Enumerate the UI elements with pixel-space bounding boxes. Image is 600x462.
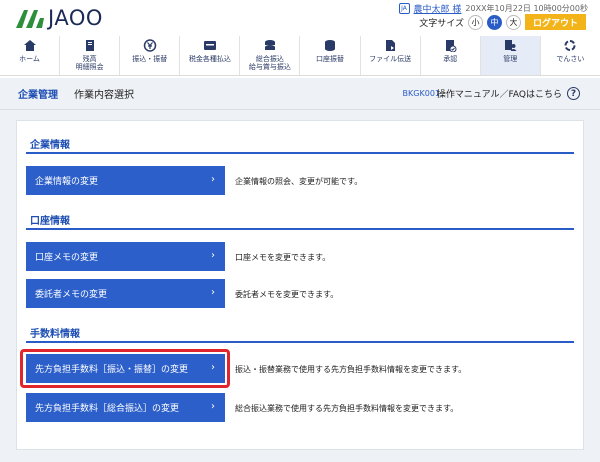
button-label: 委託者メモの変更 [35,290,108,300]
nav-approve[interactable]: 承認 [421,36,481,75]
section-title: 企業管理 [18,90,58,101]
font-size-small[interactable]: 小 [467,14,483,30]
nav-label: 振込・振替 [132,55,168,63]
nav-file-transfer[interactable]: ファイル伝送 [361,36,421,75]
nav-label: 税金各種払込 [188,55,231,63]
tax-icon [203,41,216,50]
group-title-company: 企業情報 [30,140,70,151]
title-bar: 企業管理 作業内容選択 BKGK001 操作マニュアル／FAQはこちら ? [0,78,600,110]
font-size-large[interactable]: 大 [505,14,521,30]
screen-code: BKGK001 [402,89,440,98]
nav-densai[interactable]: でんさい [541,36,600,75]
button-label: 口座メモの変更 [35,253,99,263]
nav-label: 管理 [503,55,518,63]
help-link[interactable]: 操作マニュアル／FAQはこちら ? [437,87,580,100]
last-login: 20XX年10月22日 10時00分00秒 [465,4,588,13]
row-description: 口座メモを変更できます。 [235,253,331,262]
nav-bulk-transfer[interactable]: 総合振込 給与賞与振込 [240,36,301,75]
manage-icon [505,40,517,51]
consignor-memo-change-button[interactable]: 委託者メモの変更 › [26,279,225,308]
app-header: JAOO JA 農中太郎 様 20XX年10月22日 10時00分00秒 文字サ… [0,0,600,36]
nav-transfer[interactable]: 振込・振替 [120,36,181,75]
row-description: 振込・振替業務で使用する先方負担手数料情報を変更できます。 [235,365,467,374]
logout-button[interactable]: ログアウト [524,14,586,30]
nav-label: 承認 [443,55,458,63]
nav-balance[interactable]: 残高 明細照会 [60,36,121,75]
ja-logo[interactable]: JAOO [14,6,103,30]
group-divider [26,152,574,154]
global-nav: ホーム 残高 明細照会 振込・振替 税金各種払込 総合振込 給与賞与振込 口座振… [0,36,600,76]
font-size-label: 文字サイズ [419,18,464,29]
nav-label: 総合振込 給与賞与振込 [248,55,291,71]
row-description: 総合振込業務で使用する先方負担手数料情報を変更できます。 [235,404,459,413]
help-label: 操作マニュアル／FAQはこちら [436,90,562,100]
user-icon: JA [398,3,410,14]
nav-label: 口座振替 [316,55,345,63]
logo-text: JAOO [48,6,103,30]
font-size-medium[interactable]: 中 [486,14,502,30]
coins-icon [264,40,275,50]
page-title: 作業内容選択 [74,90,134,101]
account-memo-change-button[interactable]: 口座メモの変更 › [26,242,225,271]
button-label: 企業情報の変更 [35,177,99,187]
group-divider [26,228,574,230]
densai-icon [564,40,576,51]
help-icon: ? [567,87,580,100]
row-description: 委託者メモを変更できます。 [235,290,339,299]
nav-home[interactable]: ホーム [0,36,61,75]
book-icon [85,40,94,51]
group-title-account: 口座情報 [30,216,70,227]
nav-label: 残高 明細照会 [75,55,104,71]
company-info-change-button[interactable]: 企業情報の変更 › [26,166,225,195]
ja-logo-icon [16,10,44,28]
payee-fee-bulk-change-button[interactable]: 先方負担手数料［総合振込］の変更 › [26,393,225,422]
chevron-right-icon: › [211,287,215,298]
account-transfer-icon [325,40,336,51]
highlight-box [20,349,230,388]
group-title-fees: 手数料情報 [30,329,80,340]
row-description: 企業情報の照会、変更が可能です。 [235,177,363,186]
nav-manage[interactable]: 管理 [480,36,541,75]
approve-icon [446,40,457,52]
yen-transfer-icon [143,39,156,52]
group-divider [26,341,574,343]
nav-label: でんさい [556,55,585,63]
chevron-right-icon: › [211,174,215,185]
chevron-right-icon: › [211,250,215,261]
button-label: 先方負担手数料［総合振込］の変更 [35,404,180,414]
nav-account-transfer[interactable]: 口座振替 [300,36,361,75]
chevron-right-icon: › [211,401,215,412]
home-icon [23,40,36,51]
nav-label: ファイル伝送 [369,55,412,63]
font-size-control: 文字サイズ 小 中 大 ログアウト [419,14,586,30]
nav-tax[interactable]: 税金各種払込 [180,36,241,75]
nav-label: ホーム [19,55,40,63]
file-icon [386,40,396,51]
